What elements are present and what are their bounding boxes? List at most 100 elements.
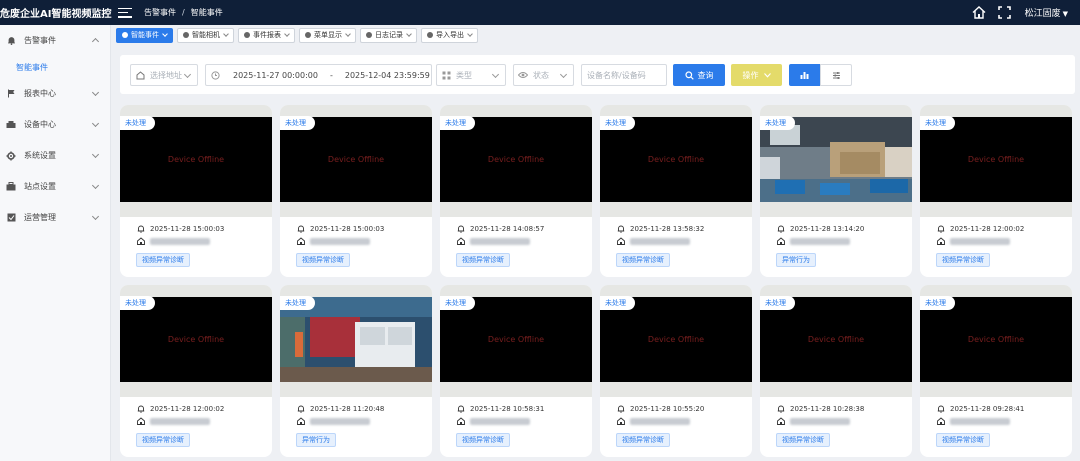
event-time: 2025-11-28 14:08:57 xyxy=(470,225,545,233)
card-info: 2025-11-28 11:20:48 xyxy=(296,403,426,427)
sidebar-item-label: 报表中心 xyxy=(24,89,56,98)
status-select[interactable]: 状态 xyxy=(513,64,574,86)
event-card[interactable]: 未处理 2025-11-28 11:20:48 异常行为 xyxy=(280,285,432,457)
tab-dot-icon xyxy=(366,32,372,38)
tab-menu-display[interactable]: 菜单显示 xyxy=(299,27,356,43)
event-time: 2025-11-28 12:00:02 xyxy=(950,225,1025,233)
sidebar-item-system-settings[interactable]: 系统设置 xyxy=(0,140,110,171)
chevron-down-icon xyxy=(345,31,351,37)
card-thumbnail[interactable]: Device Offline 未处理 xyxy=(920,105,1072,217)
tab-label: 智能事件 xyxy=(131,31,159,39)
card-thumbnail[interactable]: Device Offline 未处理 xyxy=(600,105,752,217)
chevron-down-icon xyxy=(223,31,229,37)
chart-view-button[interactable] xyxy=(789,64,820,86)
sidebar-item-devices[interactable]: 设备中心 xyxy=(0,109,110,140)
device-placeholder: 设备名称/设备码 xyxy=(587,70,646,80)
event-time-line: 2025-11-28 10:55:20 xyxy=(616,403,746,415)
event-card[interactable]: Device Offline 未处理 2025-11-28 09:28:41 视… xyxy=(920,285,1072,457)
list-view-button[interactable] xyxy=(820,64,852,86)
card-thumbnail[interactable]: Device Offline 未处理 xyxy=(760,285,912,397)
card-thumbnail[interactable]: Device Offline 未处理 xyxy=(440,105,592,217)
card-thumbnail[interactable]: 未处理 xyxy=(280,285,432,397)
event-time: 2025-11-28 11:20:48 xyxy=(310,405,385,413)
event-location-line xyxy=(776,235,906,247)
sidebar: 告警事件 智能事件 报表中心 设备中心 系统设置 站点设置 运营管理 xyxy=(0,25,111,461)
date-range-picker[interactable]: 2025-11-27 00:00:00 - 2025-12-04 23:59:5… xyxy=(205,64,432,86)
bell-icon xyxy=(616,225,625,234)
event-card[interactable]: Device Offline 未处理 2025-11-28 12:00:02 视… xyxy=(120,285,272,457)
query-button[interactable]: 查询 xyxy=(673,64,725,86)
tab-dot-icon xyxy=(244,32,250,38)
event-card[interactable]: Device Offline 未处理 2025-11-28 13:58:32 视… xyxy=(600,105,752,277)
event-card[interactable]: Device Offline 未处理 2025-11-28 10:55:20 视… xyxy=(600,285,752,457)
event-card[interactable]: Device Offline 未处理 2025-11-28 14:08:57 视… xyxy=(440,105,592,277)
date-end: 2025-12-04 23:59:59 xyxy=(344,70,430,80)
event-card[interactable]: 未处理 2025-11-28 13:14:20 异常行为 xyxy=(760,105,912,277)
chevron-down-icon xyxy=(491,70,500,79)
home-icon xyxy=(136,237,145,246)
sidebar-item-alerts[interactable]: 告警事件 xyxy=(0,25,110,56)
redacted-location xyxy=(470,417,530,425)
status-badge: 未处理 xyxy=(920,296,955,310)
home-icon xyxy=(936,417,945,426)
home-icon xyxy=(776,417,785,426)
status-placeholder: 状态 xyxy=(533,70,549,80)
bell-icon xyxy=(776,225,785,234)
event-card[interactable]: Device Offline 未处理 2025-11-28 15:00:03 视… xyxy=(280,105,432,277)
event-card[interactable]: Device Offline 未处理 2025-11-28 12:00:02 视… xyxy=(920,105,1072,277)
device-search-input[interactable]: 设备名称/设备码 xyxy=(581,64,667,86)
sidebar-item-site-settings[interactable]: 站点设置 xyxy=(0,171,110,202)
type-select[interactable]: 类型 xyxy=(436,64,506,86)
card-thumbnail[interactable]: Device Offline 未处理 xyxy=(920,285,1072,397)
tab-event-report[interactable]: 事件报表 xyxy=(238,27,295,43)
card-thumbnail[interactable]: 未处理 xyxy=(760,105,912,217)
event-time-line: 2025-11-28 10:28:38 xyxy=(776,403,906,415)
calendar-icon xyxy=(210,70,220,80)
status-badge: 未处理 xyxy=(920,116,955,130)
event-time-line: 2025-11-28 13:14:20 xyxy=(776,223,906,235)
fullscreen-icon[interactable] xyxy=(997,5,1013,21)
offline-text: Device Offline xyxy=(967,155,1025,164)
chevron-down-icon xyxy=(763,72,771,78)
event-location-line xyxy=(136,415,266,427)
menu-toggle-icon[interactable] xyxy=(118,7,132,18)
operations-button[interactable]: 操作 xyxy=(731,64,782,86)
bell-icon xyxy=(456,225,465,234)
chevron-down-icon xyxy=(91,181,100,190)
card-thumbnail[interactable]: Device Offline 未处理 xyxy=(600,285,752,397)
home-icon[interactable] xyxy=(971,5,987,21)
card-info: 2025-11-28 10:28:38 xyxy=(776,403,906,427)
sidebar-item-operations[interactable]: 运营管理 xyxy=(0,202,110,233)
event-time-line: 2025-11-28 11:20:48 xyxy=(296,403,426,415)
offline-text: Device Offline xyxy=(487,335,545,344)
chevron-up-icon xyxy=(91,37,100,46)
search-icon xyxy=(684,70,694,80)
tab-import-export[interactable]: 导入导出 xyxy=(421,27,478,43)
tab-smart-events[interactable]: 智能事件 xyxy=(116,27,173,43)
event-card[interactable]: Device Offline 未处理 2025-11-28 15:00:03 视… xyxy=(120,105,272,277)
user-menu[interactable]: 松江固废 ▼ xyxy=(1025,6,1068,19)
card-thumbnail[interactable]: Device Offline 未处理 xyxy=(120,285,272,397)
card-thumbnail[interactable]: Device Offline 未处理 xyxy=(440,285,592,397)
card-thumbnail[interactable]: Device Offline 未处理 xyxy=(120,105,272,217)
tab-log-records[interactable]: 日志记录 xyxy=(360,27,417,43)
redacted-location xyxy=(630,237,690,245)
tab-dot-icon xyxy=(427,32,433,38)
bell-icon xyxy=(6,36,16,46)
event-type-tag: 视频异常诊断 xyxy=(936,433,990,447)
sidebar-subitem-smart-events[interactable]: 智能事件 xyxy=(0,56,110,78)
breadcrumb-alert[interactable]: 告警事件 xyxy=(144,7,176,18)
sidebar-item-label: 运营管理 xyxy=(24,213,56,222)
sidebar-item-reports[interactable]: 报表中心 xyxy=(0,78,110,109)
tab-strip: 智能事件 智能相机 事件报表 菜单显示 日志记录 导入导出 xyxy=(116,25,1080,45)
event-location-line xyxy=(296,415,426,427)
card-thumbnail[interactable]: Device Offline 未处理 xyxy=(280,105,432,217)
status-badge: 未处理 xyxy=(280,296,315,310)
address-select[interactable]: 选择地址 xyxy=(130,64,198,86)
event-card[interactable]: Device Offline 未处理 2025-11-28 10:58:31 视… xyxy=(440,285,592,457)
event-card[interactable]: Device Offline 未处理 2025-11-28 10:28:38 视… xyxy=(760,285,912,457)
status-badge: 未处理 xyxy=(280,116,315,130)
event-time-line: 2025-11-28 10:58:31 xyxy=(456,403,586,415)
card-info: 2025-11-28 10:55:20 xyxy=(616,403,746,427)
tab-smart-camera[interactable]: 智能相机 xyxy=(177,27,234,43)
